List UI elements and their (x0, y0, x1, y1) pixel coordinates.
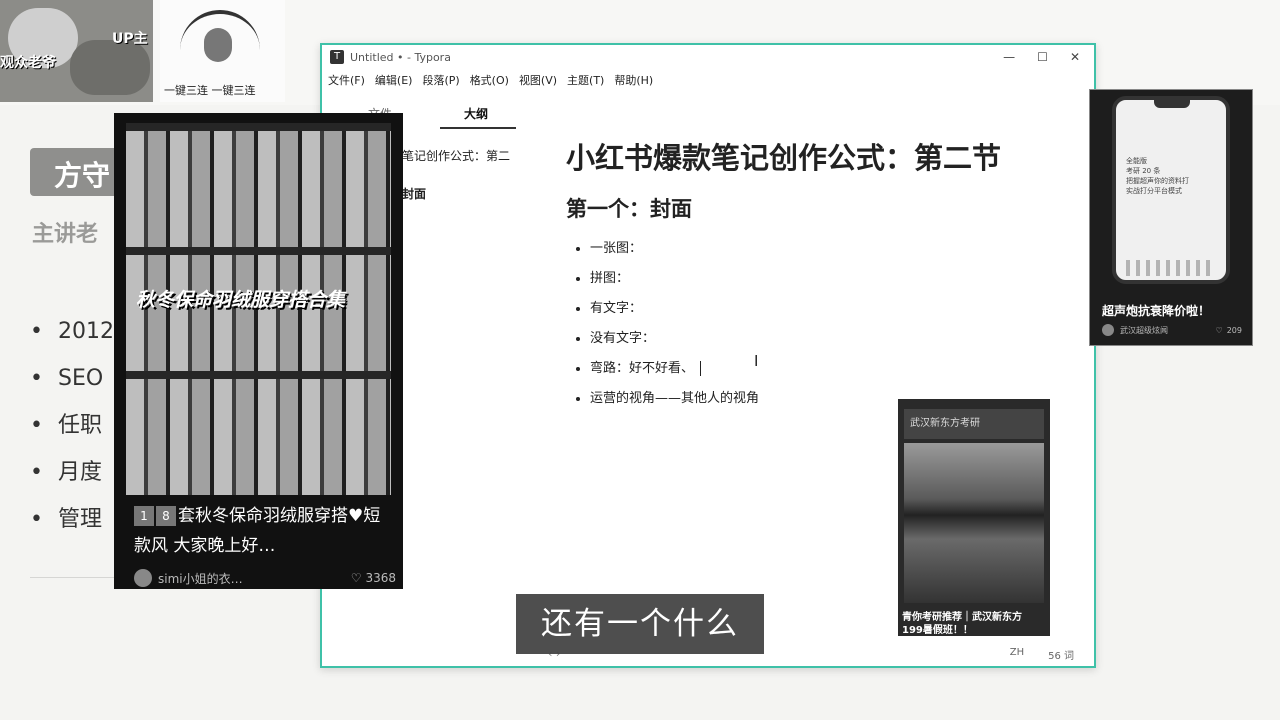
photo-caption: 1 8 套秋冬保命羽绒服穿搭♥短款风 大家晚上好… (134, 501, 394, 561)
phone-post-title: 超声炮抗衰降价啦！ (1102, 304, 1211, 318)
menu-paragraph[interactable]: 段落(P) (422, 72, 459, 88)
status-bar: ZH 56 词 (1010, 647, 1074, 662)
thumb-left-text: 观众老爷 (0, 55, 56, 71)
slide-bullet: 任职 (30, 406, 114, 453)
minimize-icon[interactable]: — (1003, 50, 1015, 64)
menu-help[interactable]: 帮助(H) (614, 72, 653, 88)
language-indicator[interactable]: ZH (1010, 647, 1024, 662)
photo-popup[interactable]: 秋冬保命羽绒服穿搭合集 1 8 套秋冬保命羽绒服穿搭♥短款风 大家晚上好… simi… (114, 113, 403, 589)
menu-bar: 文件(F) 编辑(E) 段落(P) 格式(O) 视图(V) 主题(T) 帮助(H… (322, 69, 1094, 91)
phone-screen-text: 全能版 考研 20 条 把握超声你的资料打 实战打分平台模式 (1126, 157, 1189, 195)
meme-sticker: 一键三连 一键三连 (160, 0, 285, 102)
list-item-text: 弯路：好不好看、 (590, 361, 695, 376)
ad-header: 武汉新东方考研 (904, 409, 1044, 439)
number-badge: 8 (156, 506, 176, 526)
classroom-image (904, 443, 1044, 603)
ad-text-line: 青你考研推荐｜武汉新东方 (902, 612, 1022, 623)
slide-bullet: 2012 (30, 312, 114, 359)
doc-heading-1: 小红书爆款笔记创作公式：第二节 (566, 141, 1002, 175)
title-bar: T Untitled • - Typora — ☐ ✕ (322, 45, 1094, 69)
typora-logo-icon: T (330, 50, 344, 64)
avatar (134, 569, 152, 587)
meme-face (180, 10, 260, 74)
list-item: 拼图： (590, 267, 1001, 297)
number-badge: 1 (134, 506, 154, 526)
phone-notch (1154, 100, 1190, 108)
window-title: Untitled • - Typora (350, 50, 451, 64)
ad-text-line: 199暑假班！！ (902, 625, 973, 636)
ibeam-cursor-icon: I (754, 352, 759, 370)
ad-text: 青你考研推荐｜武汉新东方 199暑假班！！ (902, 611, 1022, 636)
outline-item-h2[interactable]: 封面 (402, 185, 426, 202)
avatar (1102, 324, 1114, 336)
list-item: 一张图： (590, 237, 1001, 267)
photo-footer: simi小姐的衣… ♡ 3368 (134, 569, 396, 587)
window-controls: — ☐ ✕ (1003, 50, 1094, 64)
like-count[interactable]: ♡ 3368 (351, 571, 396, 585)
list-item-active: 弯路：好不好看、 (590, 357, 1001, 387)
menu-edit[interactable]: 编辑(E) (375, 72, 413, 88)
outline-item-h1[interactable]: 笔记创作公式：第二 (402, 147, 510, 164)
close-icon[interactable]: ✕ (1070, 50, 1080, 64)
menu-view[interactable]: 视图(V) (519, 72, 557, 88)
tab-active-indicator (440, 127, 516, 129)
heart-icon: ♡ (1215, 325, 1223, 335)
list-item: 有文字： (590, 297, 1001, 327)
word-count[interactable]: 56 词 (1048, 647, 1074, 662)
like-count[interactable]: ♡ 209 (1216, 326, 1242, 335)
video-subtitle: 还有一个什么 (516, 594, 764, 654)
slide-subtitle: 主讲老 (32, 222, 99, 247)
slide-bullet-list: 2012 SEO 任职 月度 管理 (30, 312, 114, 547)
like-number: 3368 (365, 571, 396, 585)
author-name: simi小姐的衣… (158, 571, 243, 586)
phone-popup[interactable]: 全能版 考研 20 条 把握超声你的资料打 实战打分平台模式 超声炮抗衰降价啦！… (1089, 89, 1253, 346)
slide-bullet: 月度 (30, 453, 114, 500)
doc-heading-2: 第一个：封面 (566, 197, 692, 221)
menu-theme[interactable]: 主题(T) (567, 72, 604, 88)
slide-bullet: SEO (30, 359, 114, 406)
menu-file[interactable]: 文件(F) (328, 72, 365, 88)
ad-popup[interactable]: 武汉新东方考研 青你考研推荐｜武汉新东方 199暑假班！！ (898, 399, 1050, 636)
menu-format[interactable]: 格式(O) (470, 72, 509, 88)
list-item: 没有文字： (590, 327, 1001, 357)
doc-bullet-list: 一张图： 拼图： 有文字： 没有文字： 弯路：好不好看、 运营的视角——其他人的… (566, 237, 1001, 417)
slide-bullet: 管理 (30, 500, 114, 547)
phone-footer: 武汉超级炫闻 ♡ 209 (1102, 324, 1242, 336)
author-name: 武汉超级炫闻 (1120, 325, 1168, 335)
document-body[interactable]: 小红书爆款笔记创作公式：第二节 第一个：封面 一张图： 拼图： 有文字： 没有文… (566, 135, 1001, 417)
maximize-icon[interactable]: ☐ (1037, 50, 1048, 64)
slide-title: 方守 (54, 159, 111, 192)
like-number: 209 (1226, 325, 1242, 335)
photo-overlay-text: 秋冬保命羽绒服穿搭合集 (136, 289, 346, 311)
video-thumbnail: 观众老爷 UP主 (0, 0, 153, 102)
tab-outline[interactable]: 大纲 (464, 105, 488, 122)
meme-text: 一键三连 一键三连 (164, 84, 256, 97)
phone-image: 全能版 考研 20 条 把握超声你的资料打 实战打分平台模式 (1112, 96, 1230, 284)
cartoon-image-2 (70, 40, 150, 95)
heart-icon: ♡ (350, 571, 362, 585)
phone-keyboard (1126, 260, 1216, 276)
text-caret (700, 361, 702, 376)
thumb-right-text: UP主 (112, 31, 148, 47)
